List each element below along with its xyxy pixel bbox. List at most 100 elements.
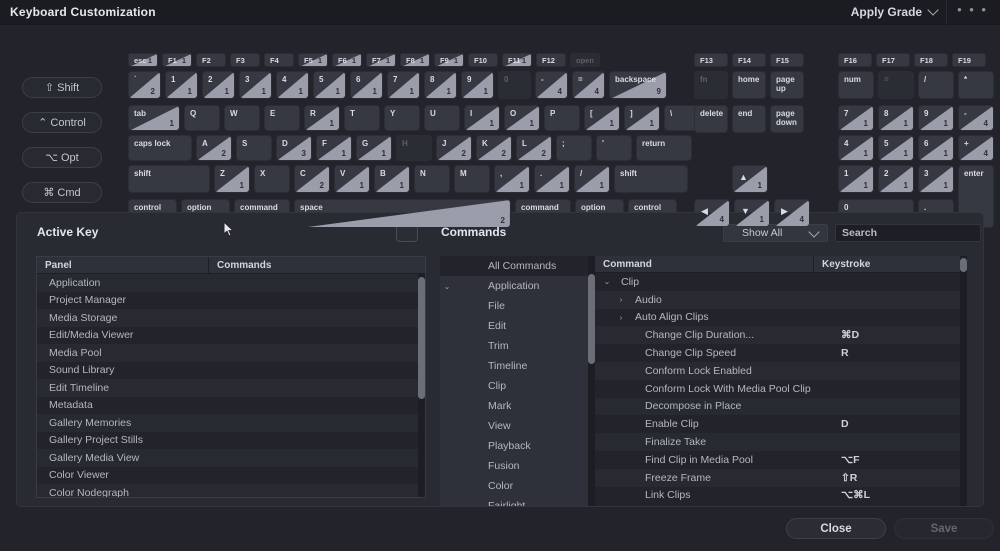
command-tree-item[interactable]: Color xyxy=(440,476,595,496)
keyboard-key-r[interactable]: R1 xyxy=(304,105,340,131)
commands-list[interactable]: Command Keystroke ⌄ Clip › Audio › Auto Align… xyxy=(595,256,967,506)
keyboard-key-'[interactable]: ' xyxy=(596,135,632,161)
keyboard-key-f1[interactable]: F1 1 xyxy=(162,53,192,67)
keyboard-key-f8[interactable]: F8 1 xyxy=(400,53,430,67)
column-header-panel[interactable]: Panel xyxy=(37,257,208,273)
keyboard-key-7[interactable]: 71 xyxy=(387,71,420,99)
keyboard-key-open[interactable]: open xyxy=(570,53,600,67)
keyboard-key-`[interactable]: ` 2 xyxy=(128,71,161,99)
keyboard-key-6[interactable]: 61 xyxy=(918,135,954,161)
keyboard-key-f3[interactable]: F3 xyxy=(230,53,260,67)
keyboard-key-f10[interactable]: F10 xyxy=(468,53,498,67)
keyboard-key-0[interactable]: 0 xyxy=(498,71,531,99)
keyboard-key-/[interactable]: / xyxy=(918,71,954,99)
keyboard-key-9[interactable]: 91 xyxy=(461,71,494,99)
keyboard-key-j[interactable]: J2 xyxy=(436,135,472,161)
keyboard-key--[interactable]: -4 xyxy=(958,105,994,131)
keyboard-key-3[interactable]: 31 xyxy=(239,71,272,99)
command-tree-item[interactable]: Clip xyxy=(440,376,595,396)
keyboard-key-.[interactable]: .1 xyxy=(534,165,570,193)
keyboard-key-5[interactable]: 51 xyxy=(313,71,346,99)
keyboard-key-h[interactable]: H xyxy=(396,135,432,161)
keyboard-key-fn[interactable]: fn xyxy=(694,71,728,99)
command-row[interactable]: Find Clip in Media Pool ⌥F xyxy=(595,451,967,469)
active-key-row[interactable]: Gallery Project Stills xyxy=(37,432,425,450)
command-tree-item[interactable]: All Commands xyxy=(440,256,595,276)
chevron-down-icon[interactable]: ⌄ xyxy=(440,282,454,291)
show-all-dropdown[interactable]: Show All xyxy=(723,224,828,242)
keyboard-key-delete[interactable]: delete xyxy=(694,105,728,133)
command-row[interactable]: Change Clip Duration... ⌘D xyxy=(595,326,967,345)
keyboard-key-i[interactable]: I1 xyxy=(464,105,500,131)
modifier-shift[interactable]: ⇧ Shift xyxy=(22,77,102,98)
keyboard-key-y[interactable]: Y xyxy=(384,105,420,131)
keyboard-key-f7[interactable]: F7 1 xyxy=(366,53,396,67)
ellipsis-icon[interactable]: • • • xyxy=(947,2,1000,17)
command-tree-item[interactable]: Fusion xyxy=(440,456,595,476)
keyboard-key-caps-lock[interactable]: caps lock xyxy=(128,135,192,161)
column-header-commands[interactable]: Commands xyxy=(209,257,425,273)
keyboard-key-3[interactable]: 31 xyxy=(918,165,954,193)
keyboard-key-z[interactable]: Z1 xyxy=(214,165,250,193)
chevron-right-icon[interactable]: › xyxy=(613,313,629,322)
keyboard-key-f5[interactable]: F5 1 xyxy=(298,53,328,67)
command-tree[interactable]: All Commands ⌄ Application File Edit Trim Time… xyxy=(440,256,595,506)
active-key-row[interactable]: Project Manager xyxy=(37,292,425,310)
keyboard-key-k[interactable]: K2 xyxy=(476,135,512,161)
keyboard-key-space[interactable]: space 2 xyxy=(294,199,511,228)
keyboard-key-9[interactable]: 91 xyxy=(918,105,954,131)
keyboard-key-▼[interactable]: ▼ 1 xyxy=(734,199,770,227)
keyboard-key-f12[interactable]: F12 xyxy=(536,53,566,67)
keyboard-key-a[interactable]: A2 xyxy=(196,135,232,161)
command-tree-item[interactable]: File xyxy=(440,296,595,316)
active-key-row[interactable]: Color Nodegraph xyxy=(37,484,425,497)
chevron-right-icon[interactable]: › xyxy=(613,295,629,304)
keyboard-key-1[interactable]: 11 xyxy=(838,165,874,193)
command-tree-item[interactable]: View xyxy=(440,416,595,436)
keyboard-key-backspace[interactable]: backspace 9 xyxy=(609,71,667,99)
command-row[interactable]: Conform Lock Enabled xyxy=(595,361,967,380)
command-row[interactable]: › Auto Align Clips xyxy=(595,309,967,327)
keyboard-key-▶[interactable]: ▶ 4 xyxy=(774,199,810,227)
keyboard-key-f13[interactable]: F13 xyxy=(694,53,728,67)
keyboard-key-*[interactable]: * xyxy=(958,71,994,99)
command-row[interactable]: Finalize Take xyxy=(595,433,967,451)
keyboard-key-2[interactable]: 21 xyxy=(202,71,235,99)
active-key-row[interactable]: Gallery Memories xyxy=(37,414,425,432)
keyboard-key-f9[interactable]: F9 1 xyxy=(434,53,464,67)
keyboard-key-f11[interactable]: F11 1 xyxy=(502,53,532,67)
command-tree-item[interactable]: Trim xyxy=(440,336,595,356)
command-row[interactable]: Enable Clip D xyxy=(595,415,967,433)
chevron-down-icon[interactable]: ⌄ xyxy=(599,277,615,286)
keyboard-key-f15[interactable]: F15 xyxy=(770,53,804,67)
active-key-row[interactable]: Edit/Media Viewer xyxy=(37,327,425,345)
keyboard-key-shift[interactable]: shift xyxy=(128,165,210,193)
keyboard-key-f6[interactable]: F6 1 xyxy=(332,53,362,67)
keyboard-key-o[interactable]: O1 xyxy=(504,105,540,131)
keyboard-key-g[interactable]: G1 xyxy=(356,135,392,161)
keyboard-key-shift[interactable]: shift xyxy=(614,165,688,193)
keyboard-key-p[interactable]: P xyxy=(544,105,580,131)
search-input[interactable]: Search xyxy=(835,224,981,242)
keyboard-key-2[interactable]: 21 xyxy=(878,165,914,193)
keyboard-key-f19[interactable]: F19 xyxy=(952,53,986,67)
keyboard-key-5[interactable]: 51 xyxy=(878,135,914,161)
active-key-list[interactable]: Panel Commands Application Project Manage… xyxy=(36,256,426,498)
command-tree-item[interactable]: Edit xyxy=(440,316,595,336)
keyboard-key-e[interactable]: E xyxy=(264,105,300,131)
keyboard-key-c[interactable]: C2 xyxy=(294,165,330,193)
keyboard-key-tab[interactable]: tab 1 xyxy=(128,105,180,131)
active-key-row[interactable]: Gallery Media View xyxy=(37,449,425,467)
keyboard-key-,[interactable]: ,1 xyxy=(494,165,530,193)
command-row[interactable]: Conform Lock With Media Pool Clip xyxy=(595,380,967,398)
command-tree-item[interactable]: Fairlight xyxy=(440,496,595,506)
command-row[interactable]: Decompose in Place xyxy=(595,397,967,416)
keyboard-key-◀[interactable]: ◀ 4 xyxy=(694,199,730,227)
keyboard-key-page-down[interactable]: page down xyxy=(770,105,804,133)
keyboard-key-4[interactable]: 41 xyxy=(276,71,309,99)
active-key-row[interactable]: Edit Timeline xyxy=(37,379,425,397)
command-row[interactable]: Change Clip Speed R xyxy=(595,344,967,362)
keyboard-key-num[interactable]: num xyxy=(838,71,874,99)
close-button[interactable]: Close xyxy=(786,518,886,539)
command-tree-scrollbar[interactable] xyxy=(588,274,595,364)
